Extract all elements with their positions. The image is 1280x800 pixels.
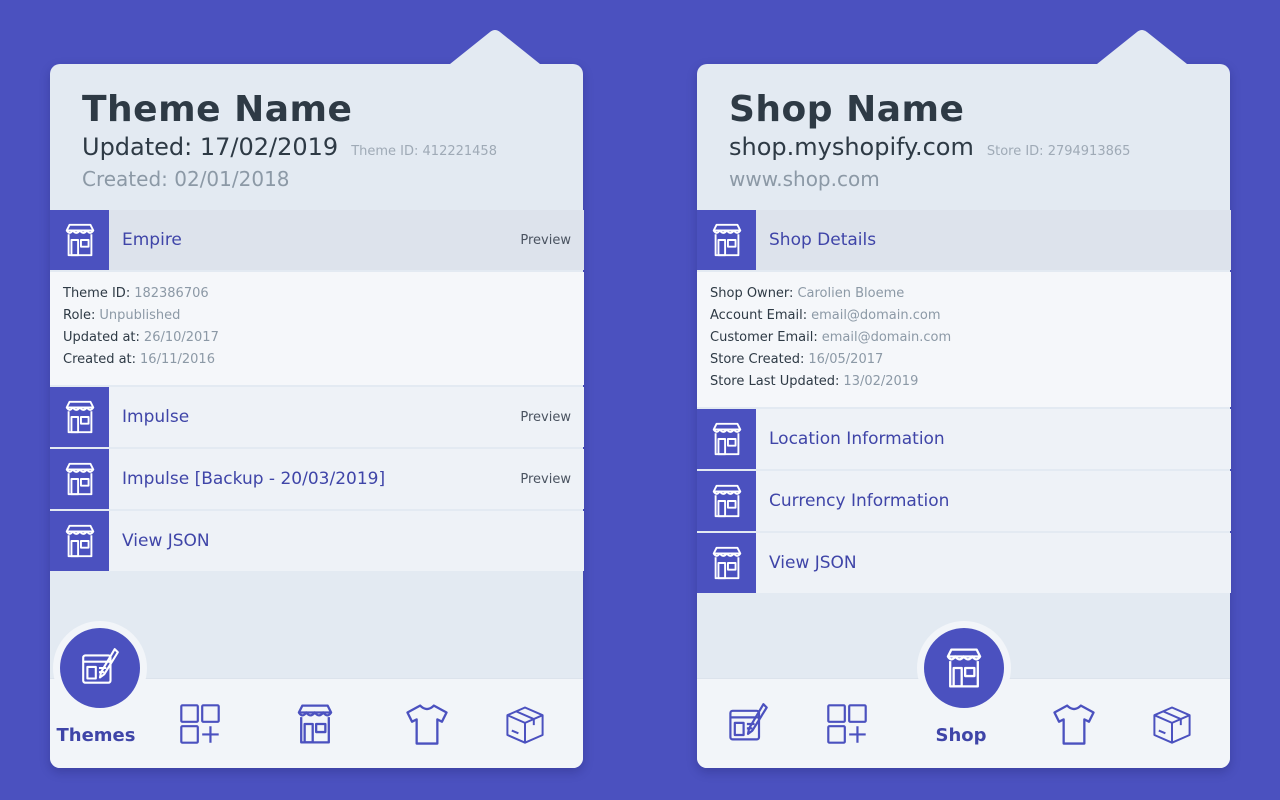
detail-value: email@domain.com: [811, 308, 941, 323]
nav-apps-button[interactable]: [177, 701, 223, 747]
theme-row-impulse[interactable]: Impulse Preview: [50, 387, 584, 447]
detail-value: 13/02/2019: [843, 374, 919, 389]
detail-key: Store Created:: [710, 352, 805, 367]
nav-themes-button[interactable]: [725, 701, 771, 747]
store-icon: [50, 449, 109, 509]
shop-header: Shop Name shop.myshopify.com Store ID: 2…: [729, 90, 1199, 194]
theme-updated-date: Updated: 17/02/2019: [82, 133, 339, 161]
detail-value: Carolien Bloeme: [797, 286, 905, 301]
currency-information-row[interactable]: Currency Information: [697, 471, 1231, 531]
location-information-row[interactable]: Location Information: [697, 409, 1231, 469]
store-icon: [941, 645, 987, 691]
theme-id-label: Theme ID: 412221458: [351, 144, 497, 159]
theme-row-label: Empire: [122, 230, 182, 250]
detail-key: Role:: [63, 308, 96, 323]
detail-line: Role: Unpublished: [63, 305, 571, 327]
shop-details: Shop Owner: Carolien Bloeme Account Email…: [697, 272, 1231, 407]
bottom-nav: Shop: [697, 621, 1230, 768]
shop-row-label: Location Information: [769, 429, 945, 449]
theme-row-impulse-backup[interactable]: Impulse [Backup - 20/03/2019] Preview: [50, 449, 584, 509]
theme-header: Theme Name Updated: 17/02/2019 Theme ID:…: [82, 90, 552, 194]
theme-created-date: Created: 02/01/2018: [82, 167, 290, 191]
detail-key: Created at:: [63, 352, 137, 367]
theme-details: Theme ID: 182386706 Role: Unpublished Upda…: [50, 272, 584, 385]
nav-active-label: Themes: [56, 725, 136, 746]
preview-link[interactable]: Preview: [520, 233, 571, 248]
nav-orders-button[interactable]: [502, 701, 548, 747]
shirt-icon: [1051, 700, 1097, 748]
panel-pointer: [445, 30, 545, 68]
shop-domain: shop.myshopify.com: [729, 133, 974, 161]
detail-line: Theme ID: 182386706: [63, 283, 571, 305]
theme-name-title: Theme Name: [82, 89, 353, 130]
theme-row-empire[interactable]: Empire Preview: [50, 210, 584, 270]
store-icon: [292, 700, 338, 748]
nav-orders-button[interactable]: [1149, 701, 1195, 747]
box-icon: [503, 702, 547, 746]
nav-products-button[interactable]: [1051, 701, 1097, 747]
box-icon: [1150, 702, 1194, 746]
detail-line: Updated at: 26/10/2017: [63, 327, 571, 349]
detail-line: Created at: 16/11/2016: [63, 349, 571, 371]
apps-add-icon: [825, 702, 869, 746]
detail-key: Updated at:: [63, 330, 140, 345]
detail-value: email@domain.com: [821, 330, 952, 345]
view-json-row[interactable]: View JSON: [697, 533, 1231, 593]
detail-key: Theme ID:: [63, 286, 131, 301]
theme-row-label: Impulse [Backup - 20/03/2019]: [122, 469, 386, 489]
store-icon: [50, 387, 109, 447]
detail-line: Store Last Updated: 13/02/2019: [710, 371, 1218, 393]
nav-shop-button[interactable]: [917, 621, 1011, 715]
store-icon: [697, 533, 756, 593]
detail-key: Account Email:: [710, 308, 808, 323]
detail-line: Account Email: email@domain.com: [710, 305, 1218, 327]
detail-line: Customer Email: email@domain.com: [710, 327, 1218, 349]
nav-apps-button[interactable]: [824, 701, 870, 747]
theme-row-label: Impulse: [122, 407, 190, 427]
detail-key: Shop Owner:: [710, 286, 794, 301]
shop-row-label: Currency Information: [769, 491, 950, 511]
nav-themes-button[interactable]: [53, 621, 147, 715]
store-icon: [50, 511, 109, 571]
store-icon: [50, 210, 109, 270]
shop-panel: Shop Name shop.myshopify.com Store ID: 2…: [697, 30, 1231, 768]
store-icon: [697, 471, 756, 531]
shop-list: Shop Details Shop Owner: Carolien Bloeme …: [697, 210, 1231, 595]
detail-value: Unpublished: [99, 308, 181, 323]
shop-details-row[interactable]: Shop Details: [697, 210, 1231, 270]
detail-value: 16/05/2017: [808, 352, 884, 367]
apps-add-icon: [178, 702, 222, 746]
detail-value: 16/11/2016: [140, 352, 215, 367]
detail-value: 26/10/2017: [143, 330, 219, 345]
theme-edit-icon: [726, 702, 770, 746]
nav-shop-button[interactable]: [292, 701, 338, 747]
detail-line: Shop Owner: Carolien Bloeme: [710, 283, 1218, 305]
preview-link[interactable]: Preview: [520, 472, 571, 487]
nav-active-label: Shop: [935, 725, 987, 746]
bottom-nav: Themes: [50, 621, 583, 768]
view-json-row[interactable]: View JSON: [50, 511, 584, 571]
detail-key: Customer Email:: [710, 330, 818, 345]
detail-key: Store Last Updated:: [710, 374, 840, 389]
shop-website: www.shop.com: [729, 167, 880, 191]
theme-list: Empire Preview Theme ID: 182386706 Role: U…: [50, 210, 584, 573]
store-id-label: Store ID: 2794913865: [986, 144, 1131, 159]
detail-line: Store Created: 16/05/2017: [710, 349, 1218, 371]
shirt-icon: [404, 700, 450, 748]
shop-row-label: Shop Details: [769, 230, 877, 250]
shop-name-title: Shop Name: [729, 89, 965, 130]
view-json-label: View JSON: [122, 531, 210, 551]
detail-value: 182386706: [134, 286, 209, 301]
view-json-label: View JSON: [769, 553, 857, 573]
preview-link[interactable]: Preview: [520, 410, 571, 425]
nav-products-button[interactable]: [404, 701, 450, 747]
panel-pointer: [1092, 30, 1192, 68]
theme-panel: Theme Name Updated: 17/02/2019 Theme ID:…: [50, 30, 584, 768]
theme-edit-icon: [79, 647, 121, 689]
store-icon: [697, 409, 756, 469]
store-icon: [697, 210, 756, 270]
